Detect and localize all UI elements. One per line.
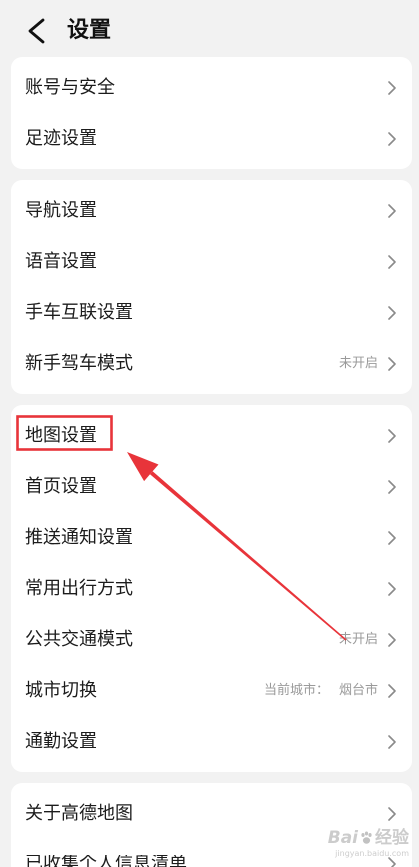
settings-group-account: 账号与安全 足迹设置 <box>11 57 412 169</box>
chevron-right-icon <box>388 428 396 443</box>
row-common-travel-modes[interactable]: 常用出行方式 <box>11 563 412 614</box>
chevron-right-icon <box>388 131 396 146</box>
chevron-right-icon <box>388 683 396 698</box>
chevron-stroke <box>388 254 396 269</box>
chevron-right-icon <box>388 254 396 269</box>
chevron-stroke <box>388 857 396 867</box>
chevron-right-icon <box>388 632 396 647</box>
common-travel-modes-label: 常用出行方式 <box>25 577 133 599</box>
home-settings-label: 首页设置 <box>25 475 97 497</box>
chevron-left-icon <box>28 18 45 44</box>
chevron-stroke <box>388 581 396 596</box>
public-transit-mode-label: 公共交通模式 <box>25 628 133 650</box>
footprint-settings-label: 足迹设置 <box>25 127 97 149</box>
map-settings-label: 地图设置 <box>25 424 97 446</box>
chevron-right-icon <box>388 857 396 867</box>
row-push-notification-settings[interactable]: 推送通知设置 <box>11 512 412 563</box>
row-footprint-settings[interactable]: 足迹设置 <box>11 113 412 164</box>
settings-group-general: 地图设置 首页设置 推送通知设置 常用出行方式 公共交通模式 未开启 城市切换 … <box>11 405 412 772</box>
chevron-stroke <box>388 80 396 95</box>
chevron-stroke <box>388 305 396 320</box>
row-public-transit-mode[interactable]: 公共交通模式 未开启 <box>11 614 412 665</box>
row-city-switch[interactable]: 城市切换 当前城市： 烟台市 <box>11 665 412 716</box>
row-navigation-settings[interactable]: 导航设置 <box>11 185 412 236</box>
row-about-amap[interactable]: 关于高德地图 <box>11 788 412 839</box>
account-security-label: 账号与安全 <box>25 76 115 98</box>
settings-group-navigation: 导航设置 语音设置 手车互联设置 新手驾车模式 未开启 <box>11 180 412 394</box>
row-novice-driving-mode[interactable]: 新手驾车模式 未开启 <box>11 338 412 389</box>
novice-driving-mode-status: 未开启 <box>338 355 378 371</box>
settings-page: 设置 账号与安全 足迹设置 导航设置 语音设置 手车互联设置 新手驾车模式 未开… <box>0 0 419 867</box>
chevron-right-icon <box>388 530 396 545</box>
header: 设置 <box>0 0 419 57</box>
row-voice-settings[interactable]: 语音设置 <box>11 236 412 287</box>
chevron-stroke <box>388 683 396 698</box>
chevron-right-icon <box>388 734 396 749</box>
chevron-stroke <box>388 428 396 443</box>
page-title: 设置 <box>67 18 112 43</box>
commute-settings-label: 通勤设置 <box>25 730 97 752</box>
chevron-stroke <box>388 806 396 821</box>
back-button[interactable] <box>22 17 50 45</box>
chevron-right-icon <box>388 581 396 596</box>
current-city-prefix: 当前城市： <box>263 682 329 698</box>
row-home-settings[interactable]: 首页设置 <box>11 461 412 512</box>
chevron-stroke <box>388 632 396 647</box>
chevron-stroke <box>388 203 396 218</box>
push-notification-settings-label: 推送通知设置 <box>25 526 133 548</box>
chevron-right-icon <box>388 203 396 218</box>
current-city-value: 烟台市 <box>338 682 378 698</box>
chevron-right-icon <box>388 305 396 320</box>
chevron-stroke <box>388 356 396 371</box>
about-amap-label: 关于高德地图 <box>25 802 133 824</box>
row-account-security[interactable]: 账号与安全 <box>11 62 412 113</box>
public-transit-mode-status: 未开启 <box>338 631 378 647</box>
chevron-stroke <box>388 530 396 545</box>
row-collected-personal-info-list[interactable]: 已收集个人信息清单 <box>11 839 412 867</box>
chevron-stroke <box>388 479 396 494</box>
row-map-settings[interactable]: 地图设置 <box>11 410 412 461</box>
chevron-left-stroke <box>28 18 45 44</box>
row-commute-settings[interactable]: 通勤设置 <box>11 716 412 767</box>
chevron-stroke <box>388 734 396 749</box>
chevron-stroke <box>388 131 396 146</box>
chevron-right-icon <box>388 806 396 821</box>
phone-car-link-settings-label: 手车互联设置 <box>25 301 133 323</box>
chevron-right-icon <box>388 356 396 371</box>
row-phone-car-link-settings[interactable]: 手车互联设置 <box>11 287 412 338</box>
voice-settings-label: 语音设置 <box>25 250 97 272</box>
settings-group-about: 关于高德地图 已收集个人信息清单 <box>11 783 412 867</box>
city-switch-label: 城市切换 <box>25 679 97 701</box>
navigation-settings-label: 导航设置 <box>25 199 97 221</box>
novice-driving-mode-label: 新手驾车模式 <box>25 352 133 374</box>
chevron-right-icon <box>388 80 396 95</box>
chevron-right-icon <box>388 479 396 494</box>
collected-personal-info-list-label: 已收集个人信息清单 <box>25 855 187 867</box>
